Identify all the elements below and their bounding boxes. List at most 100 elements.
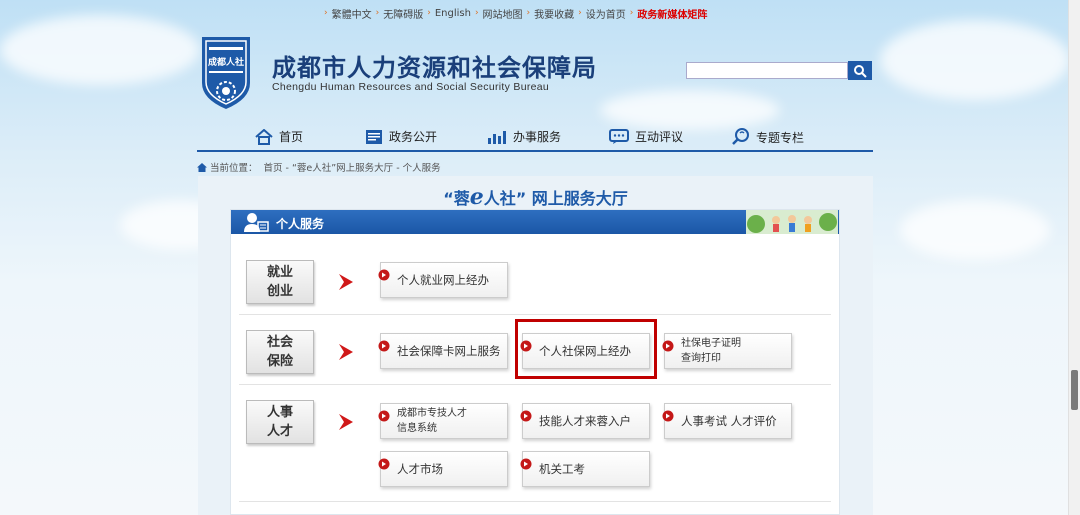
row-label-line: 就业 [266,265,293,280]
highlight-box [515,319,657,379]
service-label: 技能人才来蓉入户 [539,413,631,428]
row-label-line: 人事 [266,405,293,420]
search-button[interactable] [848,61,872,80]
nav-item-label: 政务公开 [389,130,438,144]
nav-item-gov-info[interactable]: 政务公开 [365,128,437,145]
nav-item-home[interactable]: 首页 [255,128,303,145]
service-label: 成都市专技人才 信息系统 [381,406,467,436]
service-bullet-icon [378,410,390,422]
service-personal-employment[interactable]: 个人就业网上经办 [378,262,508,298]
section-title: 个人服务 [276,217,325,231]
service-label-line: 社保电子证明 [681,338,741,349]
service-bullet-icon [662,340,674,352]
service-label: 人事考试 人才评价 [681,413,777,428]
service-bullet-icon [378,269,390,281]
cloud [0,15,200,85]
service-label-line: 查询打印 [681,353,721,364]
nav-item-label: 办事服务 [513,130,562,144]
nav-item-services[interactable]: 办事服务 [487,128,561,145]
cloud [880,20,1070,100]
link-accessibility[interactable]: 无障碍版 [383,6,423,21]
arrow-right-icon [339,344,353,360]
search-input[interactable] [686,62,848,79]
hall-title-e: e [469,184,484,210]
service-personnel-exam[interactable]: 人事考试 人才评价 [662,403,792,439]
bullet-icon: › [629,8,634,18]
cloud [900,200,1050,260]
service-skilled-talent-settlement[interactable]: 技能人才来蓉入户 [520,403,650,439]
service-label: 人才市场 [397,461,443,476]
top-utility-bar: › 繁體中文 › 无障碍版 › English › 网站地图 › 我要收藏 › … [320,4,707,22]
link-sitemap[interactable]: 网站地图 [483,6,523,21]
breadcrumb-prefix: 当前位置： [210,163,258,174]
row-label-social-insurance: 社会 保险 [246,330,314,374]
arrow-right-icon [339,414,353,430]
bureau-logo[interactable]: 成都人社 [197,33,255,111]
service-professional-talent-system[interactable]: 成都市专技人才 信息系统 [378,403,508,439]
row-divider [239,314,831,315]
home-icon [255,128,273,145]
search-icon [854,64,867,78]
page-scrollbar[interactable] [1068,0,1080,515]
bar-chart-icon [488,130,506,144]
user-card-icon [244,213,269,232]
section-header: 个人服务 [231,210,839,234]
link-traditional-chinese[interactable]: 繁體中文 [332,6,372,21]
service-bullet-icon [378,458,390,470]
logo-text: 成都人社 [208,56,244,68]
bullet-icon: › [578,8,582,18]
site-title: 成都市人力资源和社会保障局 [272,54,597,82]
document-icon [366,129,382,144]
service-label: 社保电子证明 查询打印 [665,336,741,366]
bullet-icon: › [324,8,328,18]
bullet-icon: › [375,8,380,18]
row-divider [239,501,831,502]
magnifier-icon [732,128,749,145]
site-subtitle: Chengdu Human Resources and Social Secur… [272,81,550,93]
hall-title: “蓉e人社” 网上服务大厅 [198,184,873,210]
bullet-icon: › [427,8,431,18]
scrollbar-thumb[interactable] [1071,370,1078,410]
service-bullet-icon [520,458,532,470]
hall-title-right: 人社” 网上服务大厅 [483,189,628,208]
service-label-line: 信息系统 [397,423,437,434]
nav-item-interaction[interactable]: 互动评议 [609,128,683,145]
service-talent-market[interactable]: 人才市场 [378,451,508,487]
children-illustration-icon [746,210,838,234]
arrow-right-icon [339,274,353,290]
link-new-media-matrix[interactable]: 政务新媒体矩阵 [637,6,707,21]
row-label-employment: 就业 创业 [246,260,314,304]
row-label-personnel-talent: 人事 人才 [246,400,314,444]
row-label-line: 创业 [266,284,293,299]
nav-item-topics[interactable]: 专题专栏 [732,128,804,146]
service-bullet-icon [378,340,390,352]
nav-item-label: 互动评议 [635,130,684,144]
service-social-security-certificate[interactable]: 社保电子证明 查询打印 [662,333,792,369]
service-bullet-icon [520,410,532,422]
service-civil-servant-exam[interactable]: 机关工考 [520,451,650,487]
nav-item-label: 专题专栏 [756,130,805,145]
service-label-line: 成都市专技人才 [397,408,467,419]
service-label: 社会保障卡网上服务 [397,343,501,358]
nav-item-label: 首页 [279,130,304,144]
hall-title-left: “蓉 [443,189,470,208]
breadcrumb-path[interactable]: 首页 - “蓉e人社”网上服务大厅 - 个人服务 [264,160,441,174]
chat-icon [609,128,629,144]
emblem-icon: 成都人社 [202,37,250,109]
link-set-homepage[interactable]: 设为首页 [586,6,626,21]
home-small-icon [197,162,207,172]
row-label-line: 人才 [266,424,293,439]
breadcrumb: 当前位置： 首页 - “蓉e人社”网上服务大厅 - 个人服务 [197,160,441,174]
main-nav: 首页 政务公开 办事服务 互动评议 专题专栏 [197,122,873,152]
service-label: 个人就业网上经办 [397,272,489,287]
bullet-icon: › [526,8,531,18]
bullet-icon: › [474,8,479,18]
link-bookmark[interactable]: 我要收藏 [534,6,574,21]
service-bullet-icon [662,410,674,422]
service-label: 机关工考 [539,461,585,476]
service-social-security-card[interactable]: 社会保障卡网上服务 [378,333,508,369]
row-label-line: 保险 [266,354,293,369]
row-divider [239,384,831,385]
link-english[interactable]: English [435,8,471,19]
row-label-line: 社会 [266,335,293,350]
